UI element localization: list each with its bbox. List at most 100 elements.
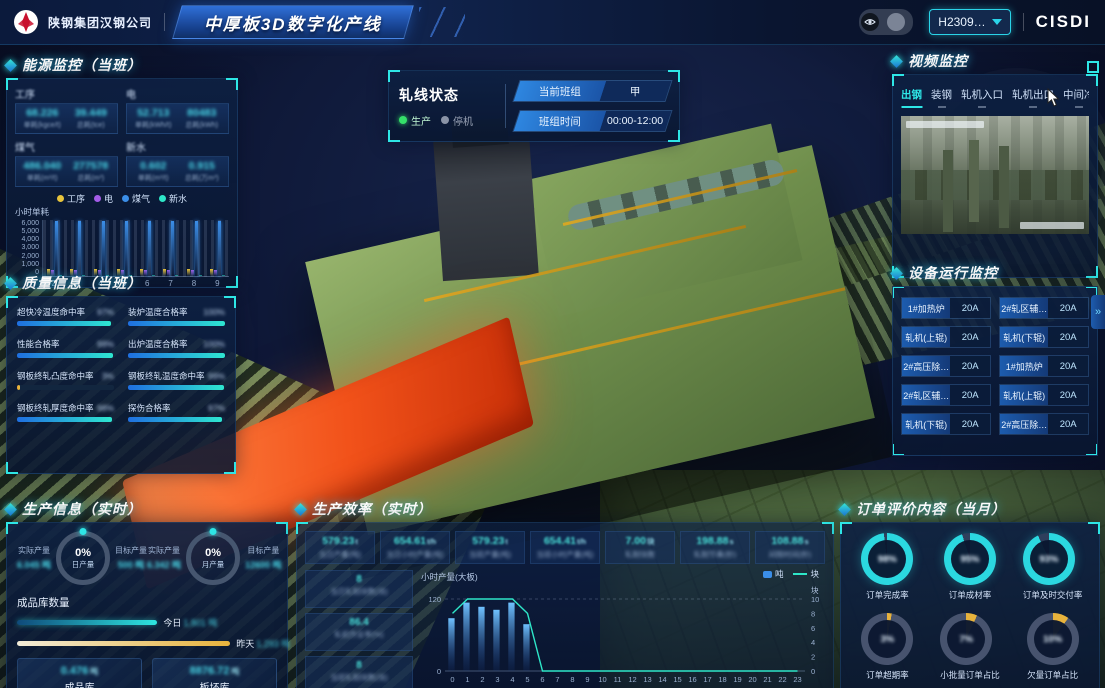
quality-item-row: 出炉温度合格率100% (128, 338, 225, 350)
order-metric: 95%订单成材率 (944, 533, 996, 601)
order-label: 订单及时交付率 (1023, 589, 1083, 601)
quality-bar-fill (128, 321, 225, 326)
svg-text:1: 1 (465, 675, 469, 684)
legend-item[interactable]: 电 (94, 192, 113, 205)
energy-metric-label: 单耗(kWh/t) (129, 120, 178, 130)
efficiency-metric: 7.00块轧制块数 (605, 531, 675, 564)
device-name: 轧机(下辊) (1000, 327, 1048, 347)
metric-value: 86.4 (308, 617, 410, 628)
legend-item[interactable]: 新水 (159, 192, 187, 205)
energy-metric-label: 单耗(kgce/t) (18, 120, 67, 130)
energy-groups: 工序68.226单耗(kgce/t)39.449总耗(tce)电52.713单耗… (15, 85, 229, 187)
quality-value: 99% (208, 371, 225, 381)
quality-label: 钢板终轧温度命中率 (128, 370, 205, 382)
order-percent: 10% (1043, 634, 1062, 645)
quality-bar-fill (17, 417, 112, 422)
device-name: 轧机(上辊) (1000, 385, 1048, 405)
video-tab-轧机入口[interactable]: 轧机入口 (961, 87, 1003, 108)
legend-item[interactable]: 块 (793, 568, 819, 580)
quality-item: 出炉温度合格率100% (128, 338, 225, 358)
quality-value: 100% (203, 339, 225, 349)
order-percent: 98% (878, 554, 897, 565)
store-bar-label: 昨天1,293 吨 (236, 637, 290, 650)
quality-bar-fill (128, 385, 224, 390)
store-bar-fill (17, 641, 230, 646)
device-value: 20A (1048, 356, 1088, 376)
order-donut-hole: 10% (1034, 620, 1072, 658)
video-tab-出钢[interactable]: 出钢 (901, 87, 922, 108)
panel-devices: 设备运行监控 1#加热炉20A2#轧区辅…20A轧机(上辊)20A轧机(下辊)2… (892, 262, 1098, 456)
quality-bar-track (128, 385, 225, 390)
expand-arrow-icon[interactable]: » (1091, 295, 1105, 329)
device-value: 20A (950, 327, 990, 347)
gauge-percent: 0% (205, 547, 221, 559)
svg-text:9: 9 (585, 675, 589, 684)
device-name: 轧机(下辊) (902, 414, 950, 434)
order-donut: 93% (1023, 533, 1075, 585)
svg-text:20: 20 (748, 675, 756, 684)
cisdi-logo: CISDI (1036, 12, 1091, 32)
bar-煤气 (148, 221, 151, 276)
quality-item: 性能合格率99% (17, 338, 114, 358)
bar-煤气 (102, 221, 105, 276)
store-card-板坯库: 8876.72吨板坯库 (152, 658, 277, 688)
hour-chart-legend: 吨块 (763, 568, 819, 580)
store-bar-fill (17, 620, 157, 625)
energy-metric-value: 486.040 (18, 160, 67, 172)
order-metric: 98%订单完成率 (861, 533, 913, 601)
gauge-target-value: 500 吨 (115, 558, 147, 571)
bar-group (94, 220, 109, 276)
device-value: 20A (950, 356, 990, 376)
order-donut: 7% (940, 613, 992, 665)
video-tab-中间冷[interactable]: 中间冷 (1063, 87, 1089, 108)
visibility-toggle[interactable] (859, 9, 913, 35)
plan-select[interactable]: H2309… (929, 9, 1010, 35)
svg-text:19: 19 (733, 675, 741, 684)
svg-text:0: 0 (437, 667, 441, 676)
gauge-target-value: 12600 吨 (245, 558, 282, 571)
legend-item[interactable]: 工序 (57, 192, 85, 205)
quality-bar-fill (17, 321, 111, 326)
order-donut-hole: 7% (947, 620, 985, 658)
gauge-ring: 0%日产量 (56, 531, 110, 585)
production-gauges: 实际产量6.045 吨0%日产量目标产量500 吨实际产量6.342 吨0%月产… (17, 531, 277, 585)
legend-item[interactable]: 煤气 (122, 192, 150, 205)
metric-value: 108.88s (758, 535, 822, 547)
device-value: 20A (1048, 298, 1088, 318)
y-tick: 6,000 (15, 220, 42, 227)
camera-view[interactable] (901, 116, 1089, 234)
device-row: 轧机(上辊)20A (999, 384, 1089, 406)
efficiency-metrics: 579.23t当日产量(吨)654.61t/h当日小时产量(吨)579.23t当… (305, 531, 825, 564)
gauge-actual-label: 实际产量 (17, 545, 51, 556)
device-value: 20A (1048, 327, 1088, 347)
badge-label-box: 当前班组 (514, 81, 606, 101)
production-gauge: 实际产量6.342 吨0%月产量目标产量12600 吨 (147, 531, 282, 585)
panel-quality-title: 质量信息（当班） (22, 273, 142, 293)
energy-metric: 68.226单耗(kgce/t) (18, 107, 67, 130)
y-tick: 5,000 (15, 228, 42, 235)
fullscreen-icon[interactable] (1087, 61, 1099, 73)
bar-煤气 (171, 221, 174, 276)
metric-label: 当日轧制块数(块) (308, 586, 410, 597)
energy-metric-value: 80483 (178, 107, 227, 119)
dashboard-root: 陕钢集团汉钢公司 中厚板3D数字化产线 H2309… CISDI 能源监控（当班… (0, 0, 1105, 688)
svg-text:10: 10 (598, 675, 606, 684)
legend-label: 煤气 (132, 192, 150, 205)
video-tab-装钢[interactable]: 装钢 (931, 87, 952, 108)
panel-line-status: 轧线状态 生产停机 当前班组甲班组时间00:00-12:00 (388, 70, 680, 142)
quality-label: 探伤合格率 (128, 402, 171, 414)
quality-bar-fill (17, 385, 20, 390)
quality-item: 超快冷温度命中率97% (17, 306, 114, 326)
metric-value: 579.23t (308, 535, 372, 547)
energy-metric: 39.449总耗(tce) (67, 107, 116, 130)
bar-煤气 (55, 221, 58, 276)
device-row: 2#高压除…20A (999, 413, 1089, 435)
metric-unit: t/h (427, 537, 436, 546)
energy-group: 新水0.602单耗(m³/t)0.915总耗(万m³) (126, 138, 229, 187)
production-gauge: 实际产量6.045 吨0%日产量目标产量500 吨 (17, 531, 147, 585)
store-bars: 今日1,801 吨昨天1,293 吨 (17, 616, 277, 650)
svg-text:10: 10 (811, 595, 819, 604)
quality-item-row: 探伤合格率97% (128, 402, 225, 414)
legend-item[interactable]: 吨 (763, 568, 784, 580)
device-row: 轧机(下辊)20A (999, 326, 1089, 348)
